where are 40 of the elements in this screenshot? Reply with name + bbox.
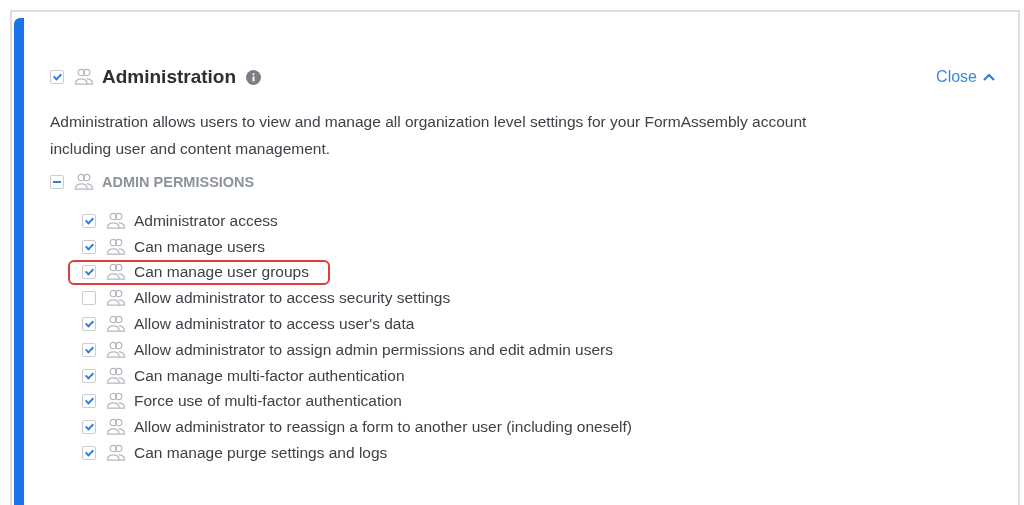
partial-checkbox[interactable] [50, 175, 64, 189]
permission-label: Can manage purge settings and logs [134, 444, 388, 463]
checkbox[interactable] [82, 317, 96, 332]
permission-label: Force use of multi-factor authentication [134, 392, 402, 411]
checkbox[interactable] [82, 420, 96, 435]
section-title: Administration [102, 66, 237, 88]
users-icon [74, 68, 94, 86]
info-icon[interactable] [246, 69, 262, 85]
users-icon [106, 237, 126, 256]
checkbox[interactable] [82, 213, 96, 228]
users-icon [106, 366, 126, 385]
permission-label: Can manage users [134, 237, 265, 256]
permission-label: Allow administrator to assign admin permissions and edit admin users [134, 340, 613, 359]
group-label: ADMIN PERMISSIONS [102, 174, 255, 190]
permission-label: Can manage multi-factor authentication [134, 366, 405, 385]
permission-label: Allow administrator to access user's data [134, 315, 415, 334]
users-icon [106, 289, 126, 308]
checkbox[interactable] [82, 368, 96, 383]
checkbox[interactable] [82, 342, 96, 357]
users-icon [106, 315, 126, 334]
permission-label: Allow administrator to reassign a form to another user (including oneself) [134, 418, 632, 437]
section-description: Administration allows users to view and manage all organization level settings for your FormAssembly account including user and content management. [50, 112, 808, 159]
users-icon [106, 418, 126, 437]
checkbox[interactable] [50, 70, 64, 84]
close-link[interactable]: Close [936, 68, 996, 86]
users-icon [106, 340, 126, 359]
permission-label: Administrator access [134, 211, 278, 230]
permission-label: Can manage user groups [134, 263, 309, 282]
checkbox[interactable] [82, 394, 96, 409]
users-icon [106, 444, 126, 463]
caret-up-icon [982, 72, 996, 82]
permission-label: Allow administrator to access security settings [134, 289, 451, 308]
users-icon [106, 392, 126, 411]
users-icon [106, 263, 126, 282]
checkbox[interactable] [82, 291, 96, 306]
users-icon [74, 173, 94, 191]
checkbox[interactable] [82, 265, 96, 280]
checkbox[interactable] [82, 239, 96, 254]
users-icon [106, 211, 126, 230]
checkbox[interactable] [82, 446, 96, 461]
